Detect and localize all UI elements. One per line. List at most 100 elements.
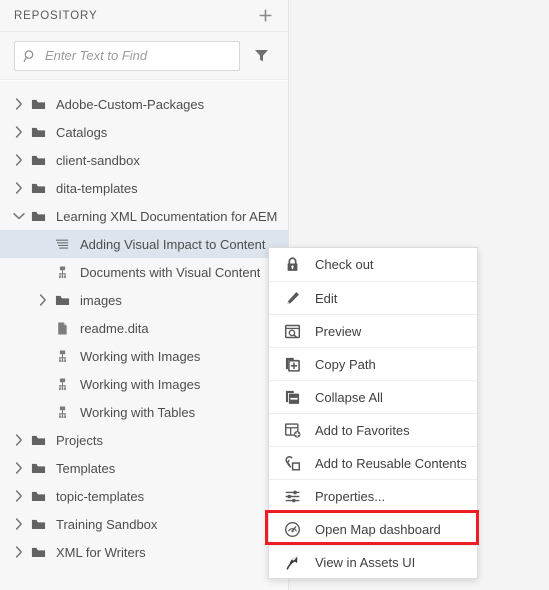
folder-icon bbox=[28, 209, 48, 224]
folder-icon bbox=[28, 125, 48, 140]
folder-icon bbox=[28, 461, 48, 476]
dita-topic-icon bbox=[52, 377, 72, 392]
sliders-icon bbox=[269, 488, 315, 505]
menu-item[interactable]: Collapse All bbox=[269, 380, 477, 413]
chevron-right-icon[interactable] bbox=[34, 292, 52, 308]
chevron-right-icon[interactable] bbox=[10, 180, 28, 196]
tree-item-label: Learning XML Documentation for AEM bbox=[56, 208, 278, 224]
tree-item-label: Projects bbox=[56, 432, 103, 448]
tree-item-label: Working with Tables bbox=[80, 404, 196, 420]
tree-item-label: Working with Images bbox=[80, 376, 201, 392]
dita-topic-icon bbox=[52, 265, 72, 280]
chevron-right-icon[interactable] bbox=[10, 432, 28, 448]
tree-row[interactable]: Catalogs bbox=[0, 118, 288, 146]
copy-plus-icon bbox=[269, 356, 315, 373]
tree-row[interactable]: Learning XML Documentation for AEM bbox=[0, 202, 288, 230]
tree-item-label: Working with Images bbox=[80, 348, 201, 364]
tree-row[interactable]: Training Sandbox bbox=[0, 510, 288, 538]
tree-item-label: readme.dita bbox=[80, 320, 149, 336]
file-icon bbox=[52, 321, 72, 336]
tree-row[interactable]: Templates bbox=[0, 454, 288, 482]
tree-row[interactable]: Working with Tables bbox=[0, 398, 288, 426]
tree-item-label: Training Sandbox bbox=[56, 516, 158, 532]
tree-row[interactable]: Adobe-Custom-Packages bbox=[0, 90, 288, 118]
tree-row[interactable]: Documents with Visual Content bbox=[0, 258, 288, 286]
tree-row[interactable]: XML for Writers bbox=[0, 538, 288, 566]
menu-item-label: Edit bbox=[315, 290, 338, 306]
tree-row[interactable]: Adding Visual Impact to Content bbox=[0, 230, 288, 258]
search-row bbox=[0, 32, 288, 80]
tree-item-label: XML for Writers bbox=[56, 544, 146, 560]
search-icon bbox=[23, 49, 37, 63]
chevron-right-icon[interactable] bbox=[10, 96, 28, 112]
chevron-right-icon[interactable] bbox=[10, 124, 28, 140]
folder-icon bbox=[28, 489, 48, 504]
menu-item[interactable]: Properties... bbox=[269, 479, 477, 512]
chevron-right-icon[interactable] bbox=[10, 516, 28, 532]
menu-item-label: Properties... bbox=[315, 488, 386, 504]
dita-topic-icon bbox=[52, 405, 72, 420]
context-menu[interactable]: Check out Edit Preview Copy Path Collapse Al… bbox=[268, 247, 478, 579]
menu-item-label: Add to Favorites bbox=[315, 422, 410, 438]
repository-panel: REPOSITORY Adobe-Custom-Packages Catalogs… bbox=[0, 0, 289, 590]
repository-tree[interactable]: Adobe-Custom-Packages Catalogs client-sand… bbox=[0, 81, 288, 590]
preview-search-icon bbox=[269, 323, 315, 340]
chevron-right-icon[interactable] bbox=[10, 460, 28, 476]
menu-item-label: Check out bbox=[315, 257, 374, 272]
menu-item[interactable]: Add to Reusable Contents bbox=[269, 446, 477, 479]
menu-item[interactable]: Copy Path bbox=[269, 347, 477, 380]
tree-item-label: Adobe-Custom-Packages bbox=[56, 96, 205, 112]
tree-row[interactable]: Working with Images bbox=[0, 370, 288, 398]
folder-icon bbox=[28, 97, 48, 112]
menu-item-label: Add to Reusable Contents bbox=[315, 455, 467, 471]
panel-title: REPOSITORY bbox=[14, 9, 98, 22]
tree-item-label: Catalogs bbox=[56, 124, 108, 140]
menu-item-label: Open Map dashboard bbox=[315, 521, 441, 537]
tree-item-label: images bbox=[80, 292, 122, 308]
folder-icon bbox=[28, 433, 48, 448]
folder-icon bbox=[52, 293, 72, 308]
menu-item[interactable]: Add to Favorites bbox=[269, 413, 477, 446]
folder-icon bbox=[28, 517, 48, 532]
gauge-dashboard-icon bbox=[269, 521, 315, 538]
menu-item-label: View in Assets UI bbox=[315, 554, 416, 570]
tree-row[interactable]: topic-templates bbox=[0, 482, 288, 510]
collapse-minus-icon bbox=[269, 389, 315, 406]
lock-icon bbox=[269, 256, 315, 273]
menu-item[interactable]: Edit bbox=[269, 281, 477, 314]
pencil-icon bbox=[269, 290, 315, 307]
pin-arrow-icon bbox=[269, 554, 315, 571]
menu-item[interactable]: Check out bbox=[269, 248, 477, 281]
dita-topic-icon bbox=[52, 349, 72, 364]
menu-item[interactable]: View in Assets UI bbox=[269, 545, 477, 578]
tree-row[interactable]: Working with Images bbox=[0, 342, 288, 370]
tree-row[interactable]: dita-templates bbox=[0, 174, 288, 202]
tree-item-label: Adding Visual Impact to Content bbox=[80, 236, 266, 252]
chevron-right-icon[interactable] bbox=[10, 152, 28, 168]
menu-item-label: Collapse All bbox=[315, 389, 383, 405]
tree-item-label: Documents with Visual Content bbox=[80, 264, 261, 280]
menu-item-label: Preview bbox=[315, 323, 362, 339]
reusable-link-icon bbox=[269, 455, 315, 472]
folder-icon bbox=[28, 181, 48, 196]
search-input[interactable] bbox=[37, 47, 231, 64]
menu-item[interactable]: Open Map dashboard bbox=[269, 512, 477, 545]
chevron-down-icon[interactable] bbox=[10, 208, 28, 224]
ditamap-icon bbox=[52, 237, 72, 252]
folder-icon bbox=[28, 545, 48, 560]
menu-item[interactable]: Preview bbox=[269, 314, 477, 347]
chevron-right-icon[interactable] bbox=[10, 488, 28, 504]
favorites-grid-plus-icon bbox=[269, 422, 315, 439]
tree-row[interactable]: Projects bbox=[0, 426, 288, 454]
tree-item-label: client-sandbox bbox=[56, 152, 140, 168]
tree-row[interactable]: client-sandbox bbox=[0, 146, 288, 174]
chevron-right-icon[interactable] bbox=[10, 544, 28, 560]
filter-funnel-icon[interactable] bbox=[246, 41, 276, 71]
tree-item-label: topic-templates bbox=[56, 488, 145, 504]
plus-icon[interactable] bbox=[254, 5, 276, 27]
search-box[interactable] bbox=[14, 40, 240, 71]
tree-row[interactable]: images bbox=[0, 286, 288, 314]
menu-item-label: Copy Path bbox=[315, 356, 376, 372]
tree-row[interactable]: readme.dita bbox=[0, 314, 288, 342]
tree-item-label: dita-templates bbox=[56, 180, 138, 196]
